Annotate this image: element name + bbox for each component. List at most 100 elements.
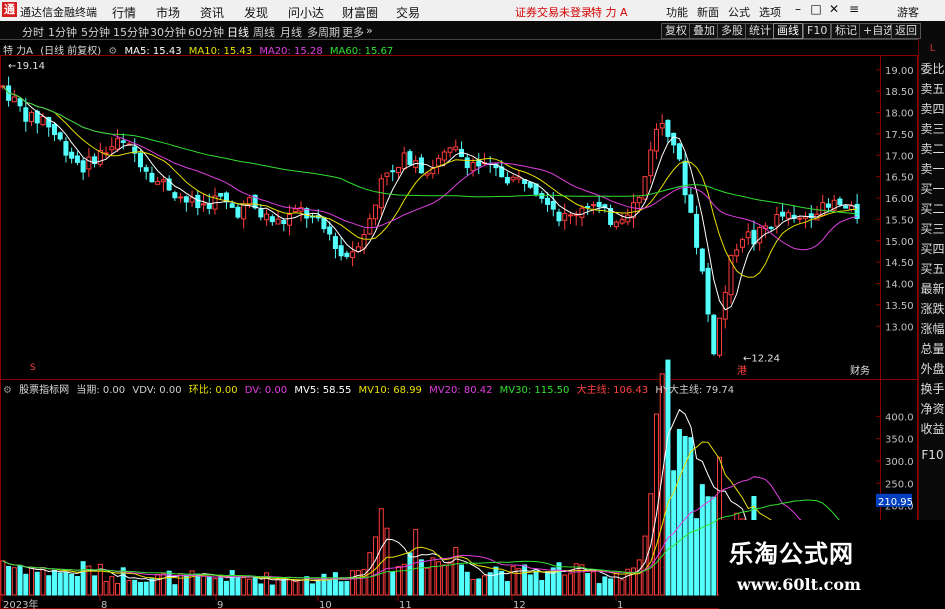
side-sell3[interactable]: 卖三: [919, 119, 945, 139]
period-30min[interactable]: 30分钟: [150, 24, 186, 40]
guest-label[interactable]: 游客: [897, 4, 919, 20]
x-tick-label: 9: [217, 600, 223, 609]
settings-icon[interactable]: ⚙: [3, 385, 12, 396]
side-outer[interactable]: 外盘: [919, 359, 945, 379]
candle-body: [51, 123, 57, 136]
side-weibi[interactable]: 委比: [919, 59, 945, 79]
volume-bar: [608, 578, 614, 596]
side-sell4[interactable]: 卖四: [919, 99, 945, 119]
stock-name: 特 力A: [3, 46, 34, 57]
side-change[interactable]: 涨跌: [919, 299, 945, 319]
side-buy3[interactable]: 买三: [919, 219, 945, 239]
candle-body: [653, 128, 659, 152]
login-hint[interactable]: 证券交易未登录: [515, 4, 592, 20]
btn-diejia[interactable]: 叠加: [689, 23, 719, 39]
volume-bar: [223, 580, 229, 596]
candle-body: [785, 212, 791, 219]
menu-jiaoyi[interactable]: 交易: [396, 4, 420, 21]
btn-tongji[interactable]: 统计: [745, 23, 775, 39]
ma60-line: [2, 85, 858, 215]
stock-title: 特 力 A: [591, 6, 628, 19]
settings-icon[interactable]: ⚙: [108, 46, 117, 57]
period-15min[interactable]: 15分钟: [113, 24, 149, 40]
side-buy5[interactable]: 买五: [919, 259, 945, 279]
side-latest[interactable]: 最新: [919, 279, 945, 299]
menu-zixun[interactable]: 资讯: [200, 4, 224, 21]
menu-xinmian[interactable]: 新面: [697, 4, 719, 20]
volume-bar: [476, 578, 482, 596]
period-day[interactable]: 日线: [227, 24, 249, 40]
volume-bar: [11, 567, 17, 596]
ma10-label: MA10: 15.43: [188, 46, 253, 57]
side-buy1[interactable]: 买一: [919, 179, 945, 199]
side-buy2[interactable]: 买二: [919, 199, 945, 219]
side-buy4[interactable]: 买四: [919, 239, 945, 259]
candle-body: [390, 170, 396, 173]
ind-item: MV30: 115.50: [499, 385, 570, 396]
period-month[interactable]: 月线: [280, 24, 302, 40]
btn-duogu[interactable]: 多股: [717, 23, 747, 39]
menu-icon[interactable]: ≡: [846, 1, 862, 18]
candle-body: [189, 197, 195, 203]
side-f10[interactable]: F10: [919, 445, 945, 465]
candle-body: [367, 218, 373, 235]
period-5min[interactable]: 5分钟: [81, 24, 110, 40]
side-earnings[interactable]: 收益: [919, 419, 945, 439]
indicator-info-line: ⚙ 股票指标网 当期: 0.00 VDV: 0.00 环比: 0.00 DV: …: [3, 381, 738, 396]
volume-bar: [281, 578, 287, 596]
menu-xuanxiang[interactable]: 选项: [759, 4, 781, 20]
candle-body: [556, 211, 562, 222]
period-week[interactable]: 周线: [253, 24, 275, 40]
price-tick-label: 15.50: [885, 215, 914, 226]
side-change-pct[interactable]: 涨幅: [919, 319, 945, 339]
side-sell5[interactable]: 卖五: [919, 79, 945, 99]
side-turnover[interactable]: 换手: [919, 379, 945, 399]
btn-huaxian[interactable]: 画线: [773, 23, 803, 39]
menu-wenxiaoda[interactable]: 问小达: [288, 4, 324, 21]
period-more[interactable]: 更多: [342, 24, 364, 40]
candle-body: [579, 207, 585, 218]
volume-bar: [401, 563, 407, 596]
volume-bar: [545, 571, 551, 596]
btn-fanhui[interactable]: 返回: [891, 23, 921, 39]
side-netasset[interactable]: 净资: [919, 399, 945, 419]
candle-body: [23, 107, 29, 122]
menu-gongneng[interactable]: 功能: [666, 4, 688, 20]
volume-bar: [206, 576, 212, 596]
chevron-right-icon[interactable]: »: [366, 24, 373, 37]
candle-body: [619, 219, 625, 224]
side-volume[interactable]: 总量: [919, 339, 945, 359]
btn-fuquan[interactable]: 复权: [661, 23, 691, 39]
minimize-icon[interactable]: –: [790, 1, 806, 18]
period-multi[interactable]: 多周期: [307, 24, 340, 40]
btn-f10[interactable]: F10: [803, 23, 832, 39]
side-sell1[interactable]: 卖一: [919, 159, 945, 179]
volume-bar: [6, 565, 12, 596]
volume-bar: [69, 573, 75, 596]
menu-gongshi[interactable]: 公式: [728, 4, 750, 20]
volume-bar: [212, 578, 218, 596]
ma20-label: MA20: 15.28: [259, 46, 323, 57]
watermark-url: www.60lt.com: [737, 575, 861, 594]
candle-body: [837, 198, 843, 205]
candle-body: [711, 314, 717, 355]
x-tick-label: 2023年: [3, 598, 38, 609]
menu-shichang[interactable]: 市场: [156, 4, 180, 21]
menu-bar: 通 通达信金融终端 行情 市场 资讯 发现 问小达 财富圈 交易 证券交易未登录…: [0, 0, 945, 22]
candle-body: [57, 132, 63, 140]
period-1min[interactable]: 1分钟: [48, 24, 77, 40]
period-fenshi[interactable]: 分时: [22, 24, 44, 40]
restore-icon[interactable]: □: [808, 1, 824, 18]
ind-item: 当期: 0.00: [76, 385, 126, 396]
close-icon[interactable]: ✕: [826, 1, 842, 18]
period-60min[interactable]: 60分钟: [188, 24, 224, 40]
side-l[interactable]: L: [919, 39, 945, 59]
menu-caifuquan[interactable]: 财富圈: [342, 4, 378, 21]
menu-faxian[interactable]: 发现: [244, 4, 268, 21]
volume-bar: [384, 527, 390, 596]
btn-biaoji[interactable]: 标记: [831, 23, 861, 39]
app-name: 通达信金融终端: [20, 6, 97, 19]
candle-body: [178, 196, 184, 199]
side-sell2[interactable]: 卖二: [919, 139, 945, 159]
menu-hangqing[interactable]: 行情: [112, 4, 136, 21]
